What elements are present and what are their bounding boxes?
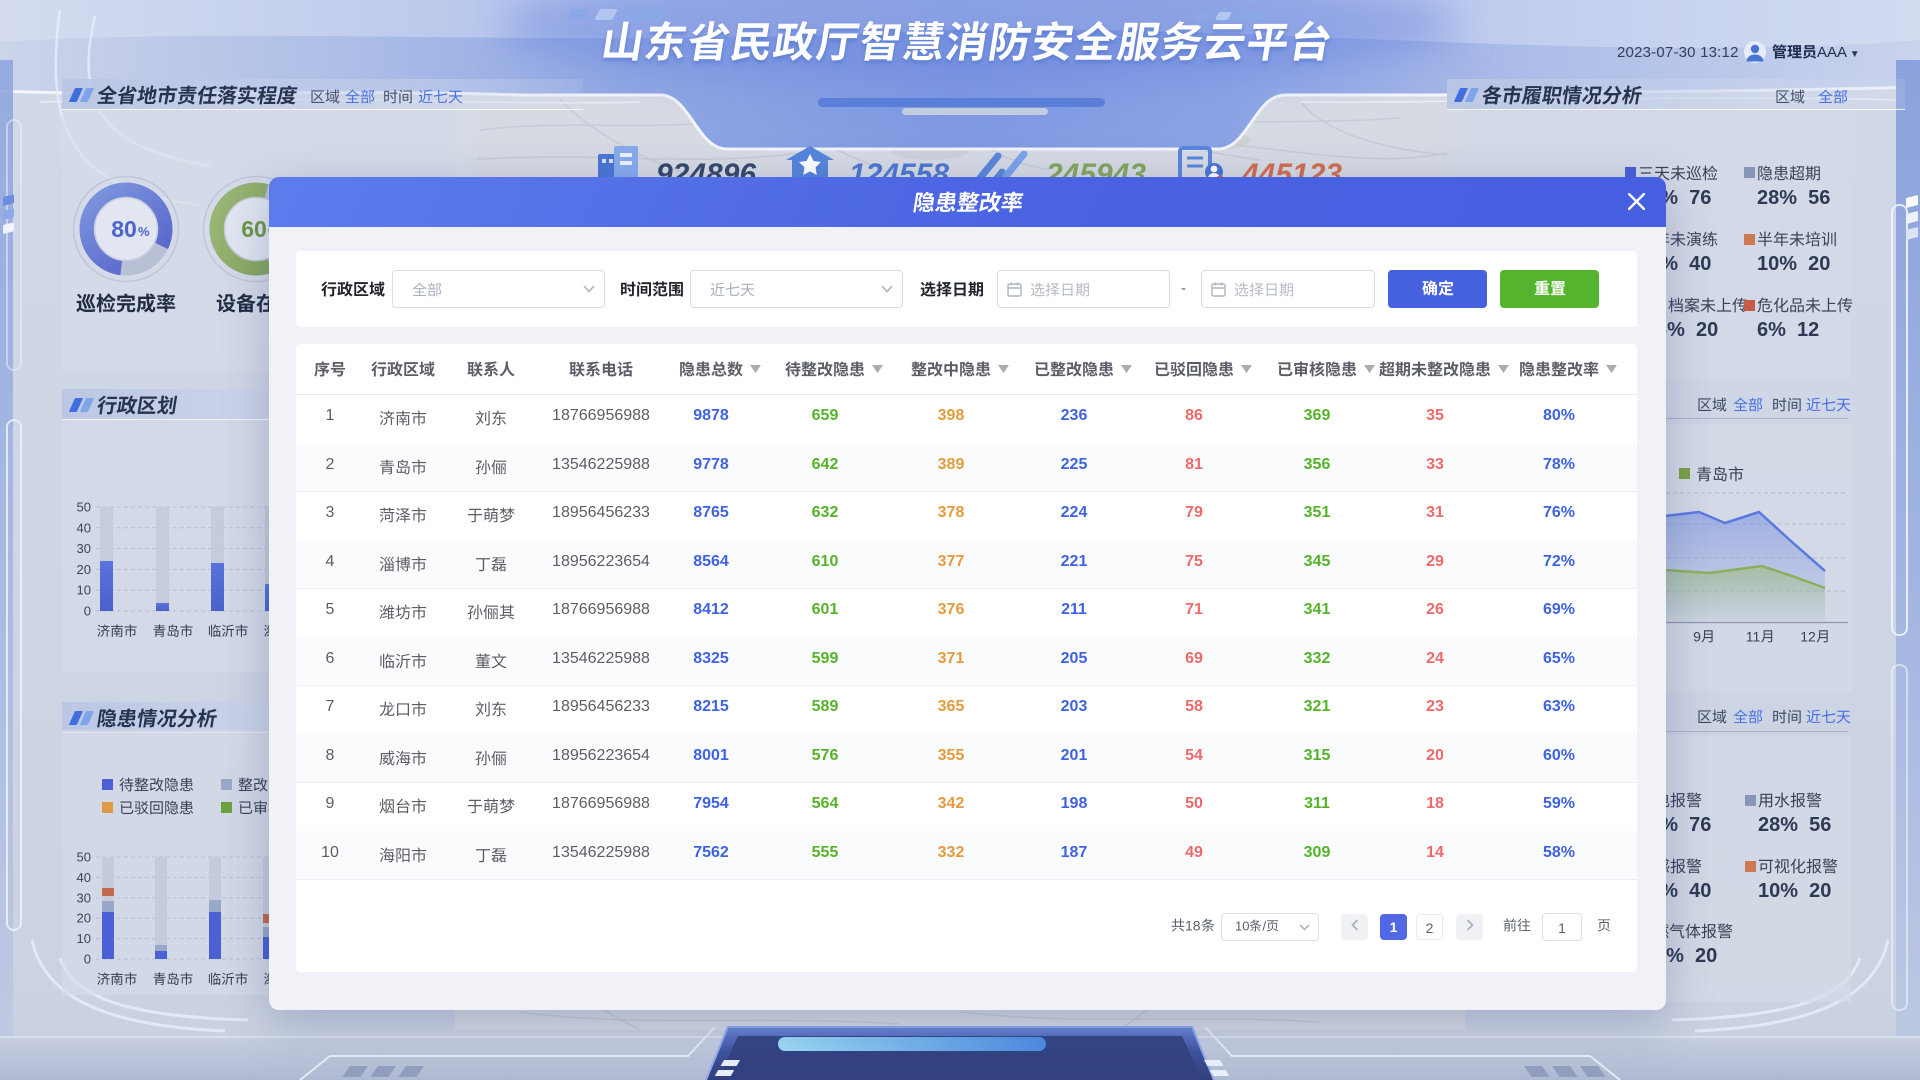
svg-text:0: 0 [84, 952, 91, 967]
svg-text:10: 10 [77, 583, 91, 598]
svg-text:40: 40 [77, 520, 91, 535]
svg-text:0: 0 [84, 604, 91, 619]
svg-text:30: 30 [77, 890, 91, 905]
svg-text:40: 40 [77, 870, 91, 885]
svg-text:10: 10 [77, 931, 91, 946]
svg-text:%: % [138, 224, 150, 239]
svg-text:50: 50 [77, 850, 91, 865]
svg-text:50: 50 [77, 500, 91, 515]
svg-text:20: 20 [77, 911, 91, 926]
svg-text:80: 80 [111, 216, 137, 242]
svg-text:30: 30 [77, 541, 91, 556]
svg-text:20: 20 [77, 562, 91, 577]
svg-text:60: 60 [241, 216, 267, 242]
